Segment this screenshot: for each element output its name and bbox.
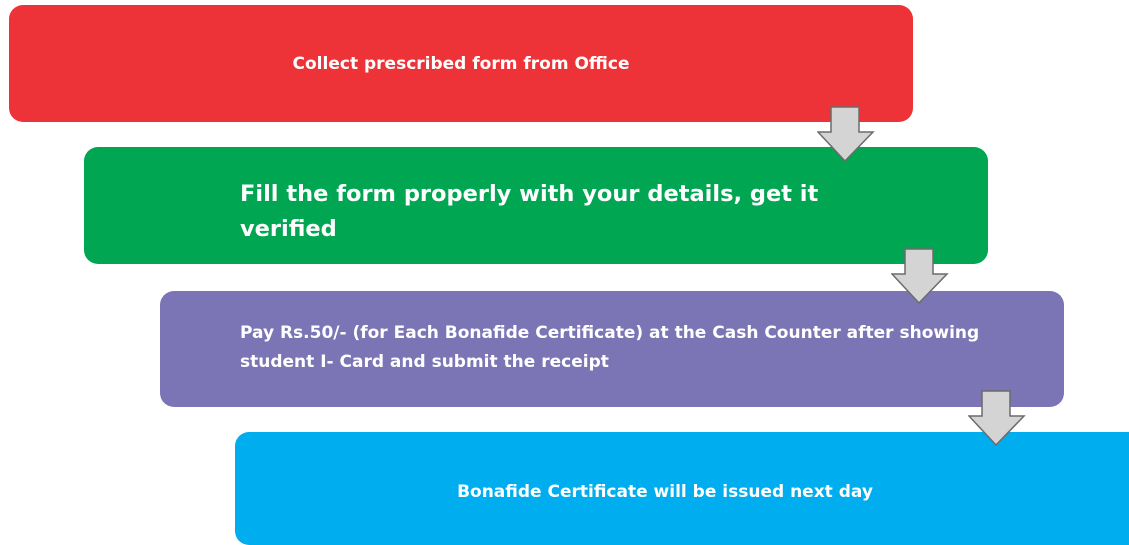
step-1-box: Collect prescribed form from Office (9, 5, 913, 122)
down-arrow-icon (891, 248, 951, 304)
step-4-text: Bonafide Certificate will be issued next… (457, 482, 873, 502)
down-arrow-icon (817, 106, 877, 162)
step-2-text: Fill the form properly with your details… (240, 181, 819, 242)
step-1-text: Collect prescribed form from Office (292, 54, 630, 74)
step-3-box: Pay Rs.50/- (for Each Bonafide Certifica… (160, 291, 1064, 407)
down-arrow-icon (968, 390, 1028, 446)
step-4-box: Bonafide Certificate will be issued next… (235, 432, 1129, 545)
step-3-text: Pay Rs.50/- (for Each Bonafide Certifica… (240, 323, 980, 372)
step-2-box: Fill the form properly with your details… (84, 147, 988, 264)
